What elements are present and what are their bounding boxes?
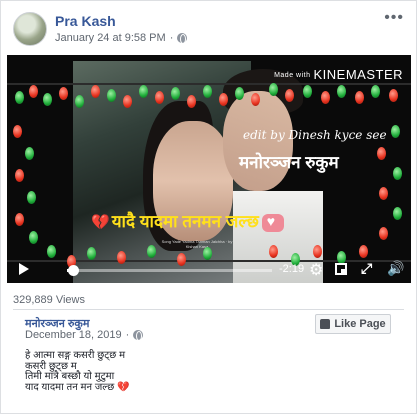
more-dots-icon[interactable]: •••	[384, 9, 404, 27]
lyric-line: हे आत्मा सङ्ग कसरी छुट्छ म	[25, 350, 126, 361]
video-caption: 💔 यादै यादमा तनमन जल्छ	[91, 209, 284, 232]
kinemaster-watermark: Made with KINEMASTER	[274, 67, 403, 82]
meta-separator: ·	[169, 32, 174, 44]
miniplayer-icon[interactable]	[335, 263, 347, 275]
light-bulb	[389, 89, 398, 102]
light-bulb	[219, 93, 228, 106]
light-bulb	[393, 207, 402, 220]
light-bulb	[355, 91, 364, 104]
light-bulb	[171, 87, 180, 100]
broken-heart-icon: 💔	[91, 214, 110, 231]
light-bulb	[203, 85, 212, 98]
light-bulb	[379, 187, 388, 200]
author-name[interactable]: Pra Kash	[55, 13, 116, 29]
post-card: Pra Kash January 24 at 9:58 PM · ••• Son…	[0, 0, 417, 414]
page-meta: December 18, 2019 ·	[25, 329, 144, 341]
light-bulb	[13, 125, 22, 138]
play-icon[interactable]	[19, 263, 29, 275]
like-page-label: Like Page	[334, 318, 386, 330]
light-bulb	[43, 93, 52, 106]
light-bulb	[29, 85, 38, 98]
light-bulb	[391, 125, 400, 138]
light-bulb	[251, 93, 260, 106]
light-bulb	[91, 85, 100, 98]
light-bulb	[269, 83, 278, 96]
post-text: हे आत्मा सङ्ग कसरी छुट्छ म कसरी छुट्छ म …	[25, 350, 130, 393]
globe-icon	[177, 33, 188, 44]
view-count: 329,889 Views	[13, 294, 85, 306]
light-bulb	[187, 95, 196, 108]
lyric-line-last: याद यादमा तन मन जल्छ 💔	[25, 381, 130, 393]
light-bulb	[377, 147, 386, 160]
light-bulb	[337, 85, 346, 98]
meta-separator: ·	[125, 329, 130, 341]
light-bulb	[27, 191, 36, 204]
divider	[13, 309, 404, 310]
light-bulb	[59, 87, 68, 100]
light-bulb	[139, 85, 148, 98]
video-player[interactable]: Song Yade Yadma Tanman Jalchha · by Kish…	[7, 55, 411, 283]
light-bulb	[235, 87, 244, 100]
light-bulb	[303, 85, 312, 98]
light-bulb	[15, 91, 24, 104]
light-bulb	[15, 213, 24, 226]
edit-credit: edit by Dinesh kyce see	[243, 128, 387, 142]
gear-icon[interactable]: ⚙	[309, 260, 323, 280]
light-bulb	[107, 89, 116, 102]
page-date[interactable]: December 18, 2019	[25, 329, 122, 341]
video-small-print: Song Yade Yadma Tanman Jalchha · by Kish…	[161, 239, 233, 249]
video-title-overlay: मनोरञ्जन रुकुम	[239, 153, 339, 172]
light-bulb	[371, 85, 380, 98]
video-controls: -2:19 ⚙ ⤢ 🔊	[7, 255, 411, 283]
light-bulb	[123, 95, 132, 108]
light-bulb	[285, 89, 294, 102]
light-bulb	[75, 95, 84, 108]
light-bulb	[15, 169, 24, 182]
light-bulb	[321, 91, 330, 104]
caption-text: यादै यादमा तनमन जल्छ	[111, 212, 259, 231]
light-bulb	[393, 167, 402, 180]
volume-icon[interactable]: 🔊	[387, 260, 404, 277]
avatar[interactable]	[13, 12, 47, 46]
light-bulb	[379, 227, 388, 240]
light-bulb	[155, 91, 164, 104]
post-meta: January 24 at 9:58 PM ·	[55, 32, 188, 44]
like-page-button[interactable]: Like Page	[315, 314, 391, 334]
post-timestamp[interactable]: January 24 at 9:58 PM	[55, 32, 166, 44]
globe-icon	[133, 330, 144, 341]
broken-heart-icon: 💔	[117, 381, 130, 393]
time-remaining: -2:19	[279, 263, 305, 275]
progress-handle[interactable]	[68, 265, 80, 276]
thumbs-up-icon	[320, 319, 331, 329]
progress-bar[interactable]	[67, 265, 272, 276]
light-bulb	[25, 147, 34, 160]
fullscreen-icon[interactable]: ⤢	[361, 260, 372, 277]
heart-emoji-icon	[261, 213, 284, 232]
light-bulb	[29, 231, 38, 244]
